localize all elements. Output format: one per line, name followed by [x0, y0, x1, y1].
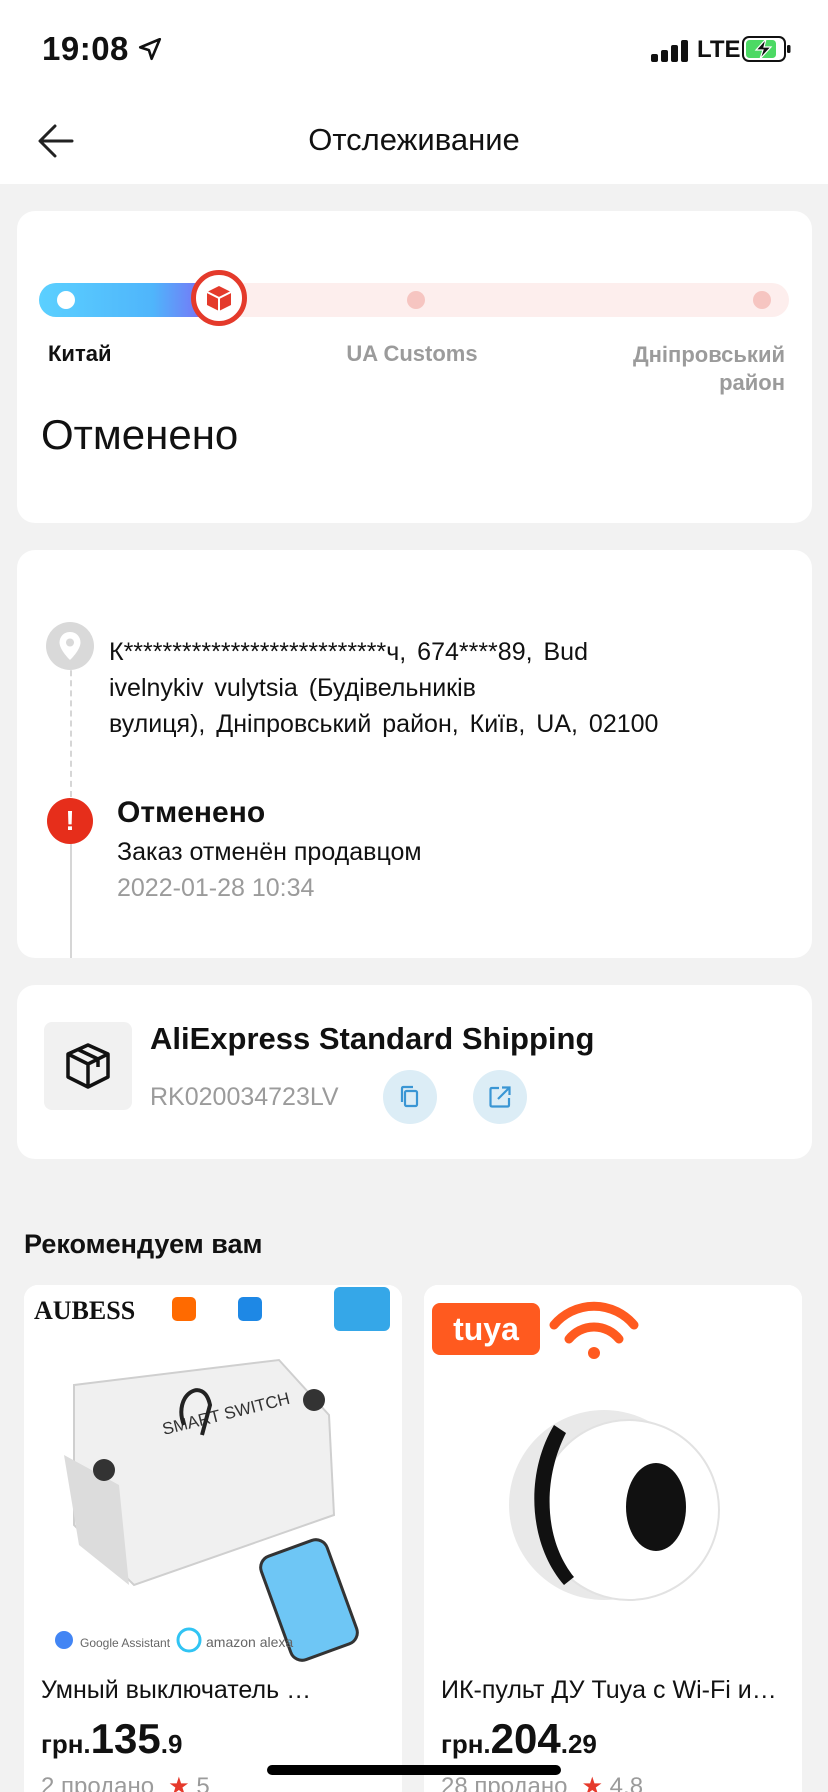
product-brand-logo: AUBESS — [34, 1296, 135, 1325]
price-decimal: .9 — [160, 1729, 183, 1759]
star-icon: ★ — [168, 1773, 190, 1792]
price-integer: 204 — [490, 1715, 561, 1762]
product-price: грн.204.29 — [441, 1715, 597, 1763]
product-image[interactable]: AUBESS SMART SWITCH Google Assistant ama… — [24, 1285, 402, 1665]
order-status: Отменено — [41, 411, 239, 458]
shipping-method: AliExpress Standard Shipping — [150, 1021, 595, 1056]
page-title: Отслеживание — [308, 122, 520, 157]
sold-count: 28 продано — [441, 1773, 568, 1792]
external-link-icon — [489, 1086, 511, 1108]
signal-icon — [651, 38, 689, 62]
address-line-1: К***************************ч, 674****89… — [109, 638, 588, 666]
star-icon: ★ — [581, 1773, 603, 1792]
address-line-3: вулиця), Дніпровський район, Київ, UA, 0… — [109, 710, 659, 738]
product-image[interactable]: tuya — [424, 1285, 802, 1665]
progress-start-dot — [57, 291, 75, 309]
tracking-progress-card: Китай UA Customs Дніпровський район Отме… — [17, 211, 812, 523]
shipping-card: AliExpress Standard Shipping RK020034723… — [17, 985, 812, 1159]
copy-icon — [400, 1085, 419, 1108]
tracking-timeline-card: К***************************ч, 674****89… — [17, 550, 812, 958]
product-meta: 28 продано ★ 4.8 — [441, 1772, 643, 1792]
product-name[interactable]: ИК-пульт ДУ Tuya с Wi-Fi и… — [441, 1676, 796, 1705]
product-image-text: Google Assistant — [80, 1636, 171, 1650]
progress-customs-label: UA Customs — [346, 341, 478, 366]
product-image-text: amazon alexa — [206, 1634, 293, 1650]
copy-button[interactable] — [383, 1070, 437, 1124]
delivery-address: К***************************ч, 674****89… — [109, 634, 789, 742]
location-arrow-icon — [138, 37, 162, 61]
progress-destination-label: Дніпровський район — [585, 341, 785, 397]
product-meta: 2 продано ★ 5 — [41, 1772, 210, 1792]
network-label: LTE — [697, 36, 741, 63]
destination-line-2: район — [719, 370, 785, 395]
alert-icon: ! — [47, 798, 93, 844]
recommendations-title: Рекомендуем вам — [24, 1229, 263, 1259]
destination-line-1: Дніпровський — [632, 342, 785, 367]
address-line-2: ivelnykiv vulytsia (Будівельників — [109, 674, 476, 702]
product-brand-logo: tuya — [453, 1311, 519, 1347]
tracking-number: RK020034723LV — [150, 1083, 339, 1111]
rating: 4.8 — [609, 1773, 644, 1792]
price-currency: грн. — [41, 1729, 91, 1759]
sold-count: 2 продано — [41, 1773, 155, 1792]
home-indicator[interactable] — [267, 1765, 561, 1775]
package-marker-icon — [191, 270, 247, 326]
progress-origin-label: Китай — [48, 341, 112, 366]
status-time: 19:08 — [42, 30, 129, 67]
event-description: Заказ отменён продавцом — [117, 838, 422, 866]
battery-charging-icon — [742, 36, 791, 62]
event-title: Отменено — [117, 796, 266, 829]
product-card[interactable]: AUBESS SMART SWITCH Google Assistant ama… — [24, 1285, 402, 1792]
open-tracking-button[interactable] — [473, 1070, 527, 1124]
product-card[interactable]: tuya ИК-пульт ДУ Tuya с Wi-Fi и… грн.204… — [424, 1285, 802, 1792]
package-icon — [44, 1022, 132, 1110]
location-pin-icon — [46, 622, 94, 670]
nav-bar: Отслеживание — [0, 100, 828, 184]
price-currency: грн. — [441, 1729, 491, 1759]
status-bar: 19:08 LTE — [0, 0, 828, 100]
progress-customs-dot — [407, 291, 425, 309]
price-decimal: .29 — [560, 1729, 597, 1759]
product-name[interactable]: Умный выключатель … — [41, 1676, 396, 1705]
product-price: грн.135.9 — [41, 1715, 182, 1763]
rating: 5 — [196, 1773, 210, 1792]
price-integer: 135 — [90, 1715, 161, 1762]
progress-destination-dot — [753, 291, 771, 309]
event-timestamp: 2022-01-28 10:34 — [117, 874, 315, 902]
